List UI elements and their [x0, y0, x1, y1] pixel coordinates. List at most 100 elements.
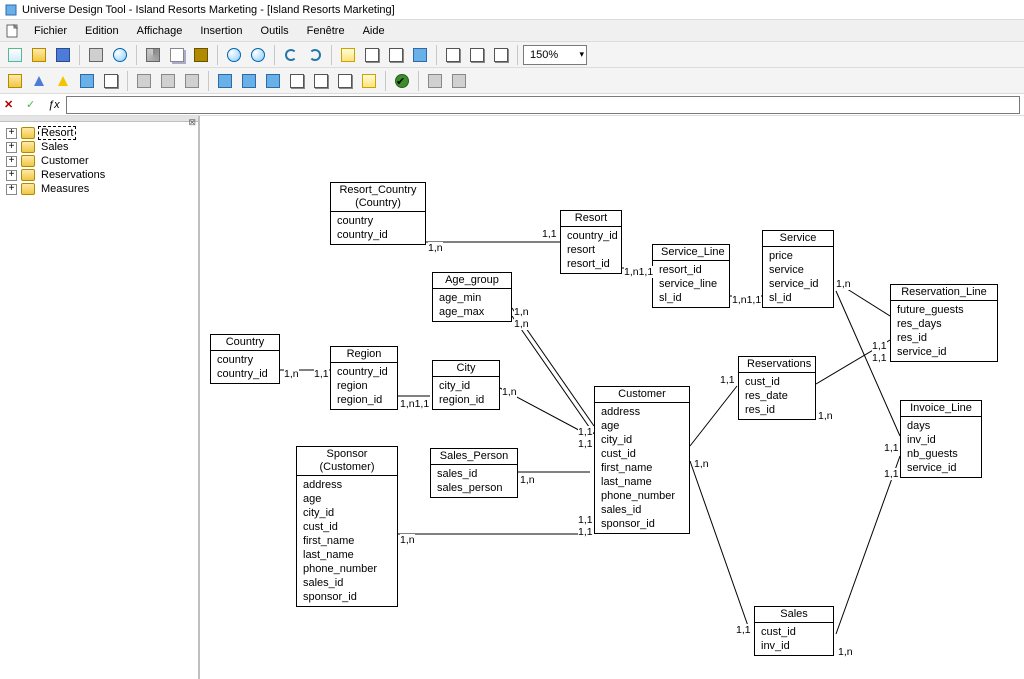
table-column: country_id — [567, 229, 615, 243]
table-column: cust_id — [761, 625, 827, 639]
paste-button[interactable] — [190, 44, 212, 66]
tree-item-resort[interactable]: + Resort — [4, 126, 194, 140]
table-column: res_date — [745, 389, 809, 403]
card-label: 1,n — [520, 474, 535, 486]
save-button[interactable] — [52, 44, 74, 66]
menu-fenetre[interactable]: Fenêtre — [299, 23, 353, 39]
context-button[interactable] — [262, 70, 284, 92]
card-label: 1,n — [502, 386, 517, 398]
tree-item-customer[interactable]: + Customer — [4, 154, 194, 168]
table-service[interactable]: Service priceserviceservice_idsl_id — [762, 230, 834, 308]
check-integrity-button[interactable]: ✔ — [391, 70, 413, 92]
alias-button[interactable] — [286, 70, 308, 92]
tree-label: Customer — [39, 155, 91, 167]
chevron-down-icon: ▾ — [579, 49, 584, 60]
wizard-button[interactable] — [337, 44, 359, 66]
menu-outils[interactable]: Outils — [253, 23, 297, 39]
table-button[interactable] — [100, 70, 122, 92]
arrange-button[interactable] — [490, 44, 512, 66]
undo-button[interactable] — [280, 44, 302, 66]
table-resort[interactable]: Resort country_idresortresort_id — [560, 210, 622, 274]
expand-icon[interactable]: + — [6, 128, 17, 139]
table-column: age_min — [439, 291, 505, 305]
grey-btn-1[interactable] — [424, 70, 446, 92]
card-label: 1,n — [400, 534, 415, 546]
fx-icon: ƒx — [48, 99, 60, 111]
menu-affichage[interactable]: Affichage — [129, 23, 191, 39]
table-invoice-line[interactable]: Invoice_Line daysinv_idnb_guestsservice_… — [900, 400, 982, 478]
insert-measure-button[interactable] — [181, 70, 203, 92]
insert-object-button[interactable] — [133, 70, 155, 92]
menu-edition[interactable]: Edition — [77, 23, 127, 39]
table-column: age — [303, 492, 391, 506]
table-title: Customer — [595, 387, 689, 403]
expand-icon[interactable]: + — [6, 142, 17, 153]
table-column: first_name — [601, 461, 683, 475]
table-service-line[interactable]: Service_Line resort_idservice_linesl_id — [652, 244, 730, 308]
table-title: Service_Line — [653, 245, 729, 261]
table-reservations[interactable]: Reservations cust_idres_dateres_id — [738, 356, 816, 420]
table-sponsor[interactable]: Sponsor (Customer) addressagecity_idcust… — [296, 446, 398, 607]
table-column: city_id — [601, 433, 683, 447]
redo-button[interactable] — [304, 44, 326, 66]
formula-input[interactable] — [66, 96, 1020, 114]
table-region[interactable]: Region country_idregionregion_id — [330, 346, 398, 410]
find-button[interactable] — [223, 44, 245, 66]
insert-class-button[interactable] — [4, 70, 26, 92]
show-joins-button[interactable] — [214, 70, 236, 92]
expand-icon[interactable]: + — [6, 170, 17, 181]
grey-btn-2[interactable] — [448, 70, 470, 92]
insert-detail-button[interactable] — [157, 70, 179, 92]
app-icon — [4, 3, 18, 17]
check-button[interactable] — [385, 44, 407, 66]
table-column: cust_id — [303, 520, 391, 534]
table-city[interactable]: City city_idregion_id — [432, 360, 500, 410]
table-age-group[interactable]: Age_group age_minage_max — [432, 272, 512, 322]
card-label: 1,1 — [884, 442, 899, 454]
schema-canvas[interactable]: Resort_Country (Country) countrycountry_… — [200, 116, 1024, 679]
open-button[interactable] — [28, 44, 50, 66]
accept-formula-button[interactable]: ✓ — [26, 98, 42, 111]
table-column: first_name — [303, 534, 391, 548]
table-title: Service — [763, 231, 833, 247]
menu-fichier[interactable]: Fichier — [26, 23, 75, 39]
table-reservation-line[interactable]: Reservation_Line future_guestsres_daysre… — [890, 284, 998, 362]
new-button[interactable] — [4, 44, 26, 66]
tree-item-sales[interactable]: + Sales — [4, 140, 194, 154]
lov-button[interactable] — [358, 70, 380, 92]
print-preview-button[interactable] — [109, 44, 131, 66]
cancel-formula-button[interactable]: ✕ — [4, 98, 20, 111]
view1-button[interactable] — [442, 44, 464, 66]
universe-button[interactable] — [409, 44, 431, 66]
condition-button[interactable] — [52, 70, 74, 92]
view2-button[interactable] — [466, 44, 488, 66]
table-column: last_name — [303, 548, 391, 562]
find-next-button[interactable] — [247, 44, 269, 66]
table-column: service_id — [769, 277, 827, 291]
menu-insertion[interactable]: Insertion — [192, 23, 250, 39]
table-resort-country[interactable]: Resort_Country (Country) countrycountry_… — [330, 182, 426, 245]
refresh-button[interactable] — [76, 70, 98, 92]
zoom-combo[interactable]: 150% ▾ — [523, 45, 587, 65]
menu-aide[interactable]: Aide — [355, 23, 393, 39]
params-button[interactable] — [361, 44, 383, 66]
expand-icon[interactable]: + — [6, 184, 17, 195]
derived-button[interactable] — [310, 70, 332, 92]
table-column: sales_id — [601, 503, 683, 517]
filter-button[interactable] — [28, 70, 50, 92]
loops-button[interactable] — [238, 70, 260, 92]
table-customer[interactable]: Customer addressagecity_idcust_idfirst_n… — [594, 386, 690, 534]
expand-icon[interactable]: + — [6, 156, 17, 167]
tree-item-reservations[interactable]: + Reservations — [4, 168, 194, 182]
workspace: ⊠ + Resort + Sales + Customer + Reservat… — [0, 116, 1024, 679]
hierarchy-button[interactable] — [334, 70, 356, 92]
print-button[interactable] — [85, 44, 107, 66]
menubar: Fichier Edition Affichage Insertion Outi… — [0, 20, 1024, 42]
tree-item-measures[interactable]: + Measures — [4, 182, 194, 196]
table-sales[interactable]: Sales cust_idinv_id — [754, 606, 834, 656]
table-country[interactable]: Country countrycountry_id — [210, 334, 280, 384]
table-sales-person[interactable]: Sales_Person sales_idsales_person — [430, 448, 518, 498]
cut-button[interactable] — [142, 44, 164, 66]
copy-button[interactable] — [166, 44, 188, 66]
panel-splitter[interactable]: ⊠ — [0, 116, 198, 122]
